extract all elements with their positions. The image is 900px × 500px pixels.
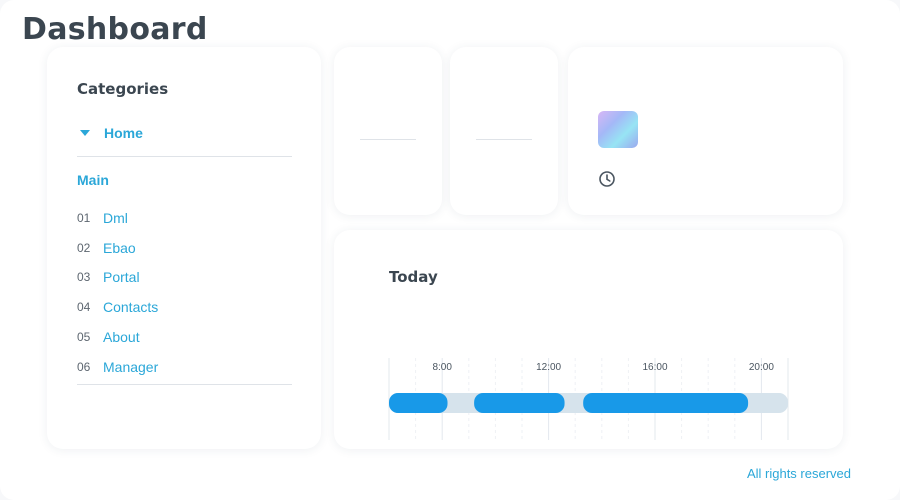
sidebar-item-ebao[interactable]: 02 Ebao bbox=[77, 233, 158, 263]
timeline-hour-label: 20:00 bbox=[749, 362, 774, 373]
stat-placeholder-line bbox=[360, 139, 416, 140]
timeline-hour-label: 12:00 bbox=[536, 362, 561, 373]
item-label: Contacts bbox=[103, 299, 159, 316]
sidebar-item-portal[interactable]: 03 Portal bbox=[77, 263, 158, 293]
item-number: 05 bbox=[77, 330, 91, 345]
item-number: 04 bbox=[77, 300, 91, 315]
timeline-chart: 8:00 12:00 16:00 20:00 bbox=[388, 358, 789, 440]
stat-placeholder-line bbox=[476, 139, 532, 140]
item-label: Ebao bbox=[103, 239, 136, 256]
avatar[interactable] bbox=[598, 111, 638, 148]
sidebar-item-manager[interactable]: 06 Manager bbox=[77, 352, 158, 382]
stat-card bbox=[334, 47, 442, 215]
section-label-main: Main bbox=[77, 172, 109, 188]
page-title: Dashboard bbox=[22, 12, 208, 47]
app-frame: Dashboard Categories Home Main 01 Dml 02… bbox=[0, 0, 900, 500]
timeline-event-bar[interactable] bbox=[389, 393, 448, 413]
item-number: 01 bbox=[77, 210, 91, 225]
caret-down-icon bbox=[80, 130, 90, 136]
profile-card bbox=[568, 47, 843, 215]
divider bbox=[77, 384, 292, 385]
clock-icon bbox=[599, 171, 615, 187]
timeline-hour-label: 16:00 bbox=[642, 362, 667, 373]
footer-rights-link[interactable]: All rights reserved bbox=[747, 466, 851, 481]
stat-card bbox=[450, 47, 558, 215]
sidebar-item-about[interactable]: 05 About bbox=[77, 322, 158, 352]
categories-title: Categories bbox=[77, 80, 169, 98]
home-label: Home bbox=[104, 125, 143, 141]
timeline-hour-label: 8:00 bbox=[432, 362, 452, 373]
home-nav-item[interactable]: Home bbox=[77, 125, 143, 141]
item-label: Manager bbox=[103, 358, 159, 375]
timeline-event-bar[interactable] bbox=[583, 393, 749, 413]
item-label: Dml bbox=[103, 209, 128, 226]
categories-card: Categories Home Main 01 Dml 02 Ebao 03 P… bbox=[47, 47, 321, 449]
category-list: 01 Dml 02 Ebao 03 Portal 04 Contacts 05 … bbox=[77, 203, 158, 382]
item-label: About bbox=[103, 329, 140, 346]
sidebar-item-contacts[interactable]: 04 Contacts bbox=[77, 292, 158, 322]
today-card: Today 8:00 12:00 16:00 20:00 bbox=[334, 230, 843, 449]
item-number: 03 bbox=[77, 270, 91, 285]
item-number: 02 bbox=[77, 240, 91, 255]
item-label: Portal bbox=[103, 269, 140, 286]
divider bbox=[77, 156, 292, 157]
item-number: 06 bbox=[77, 359, 91, 374]
timeline-event-bar[interactable] bbox=[474, 393, 565, 413]
sidebar-item-dml[interactable]: 01 Dml bbox=[77, 203, 158, 233]
